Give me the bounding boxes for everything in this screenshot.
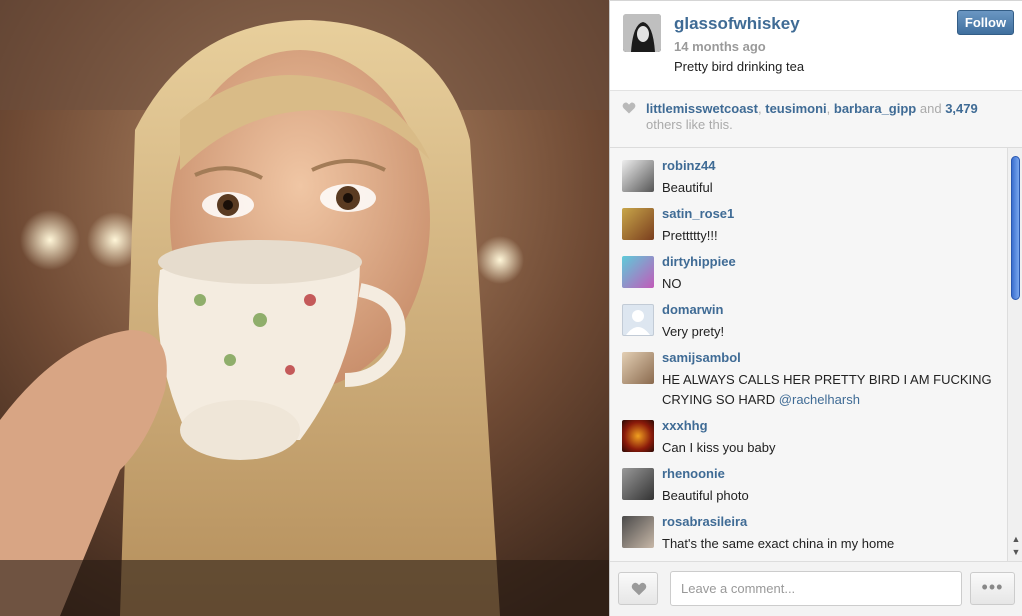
scroll-up-arrow-icon[interactable]: ▲ <box>1010 534 1022 544</box>
comments-scrollbar[interactable]: ▲ ▼ <box>1007 148 1022 561</box>
comment-footer: ••• <box>610 561 1022 616</box>
more-options-button[interactable]: ••• <box>970 572 1015 605</box>
commenter-avatar[interactable] <box>622 160 654 192</box>
owner-username[interactable]: glassofwhiskey <box>674 14 800 34</box>
post-header: glassofwhiskey 14 months ago Pretty bird… <box>610 1 1022 91</box>
commenter-avatar[interactable] <box>622 304 654 336</box>
comment-text: That's the same exact china in my home <box>662 536 895 551</box>
liker-link[interactable]: teusimoni <box>765 101 826 116</box>
likes-text: littlemisswetcoast, teusimoni, barbara_g… <box>646 101 978 132</box>
heart-icon <box>622 102 636 114</box>
scrollbar-thumb[interactable] <box>1011 156 1020 300</box>
mention-link[interactable]: @rachelharsh <box>779 392 860 407</box>
scroll-down-arrow-icon[interactable]: ▼ <box>1010 547 1022 557</box>
comment-text: Beautiful <box>662 180 713 195</box>
comment-text: NO <box>662 276 682 291</box>
comment-username[interactable]: xxxhhg <box>662 418 708 433</box>
heart-icon <box>631 582 647 596</box>
comment-username[interactable]: domarwin <box>662 302 723 317</box>
comment-text: HE ALWAYS CALLS HER PRETTY BIRD I AM FUC… <box>662 370 1002 410</box>
comment-text: Prettttty!!! <box>662 228 718 243</box>
like-button[interactable] <box>618 572 658 605</box>
comment-text: Beautiful photo <box>662 488 749 503</box>
comments-list[interactable]: robinz44 Beautiful satin_rose1 Prettttty… <box>610 148 1022 561</box>
post-timestamp[interactable]: 14 months ago <box>674 39 766 54</box>
comment-username[interactable]: rosabrasileira <box>662 514 747 529</box>
owner-avatar[interactable] <box>623 14 661 52</box>
commenter-avatar[interactable] <box>622 208 654 240</box>
post-detail-panel: glassofwhiskey 14 months ago Pretty bird… <box>609 0 1022 616</box>
comment-username[interactable]: robinz44 <box>662 158 715 173</box>
liker-link[interactable]: littlemisswetcoast <box>646 101 758 116</box>
comment-username[interactable]: satin_rose1 <box>662 206 734 221</box>
liker-link[interactable]: barbara_gipp <box>834 101 916 116</box>
comment-input[interactable] <box>670 571 962 606</box>
likes-and: and <box>919 101 942 116</box>
comment-username[interactable]: samijsambol <box>662 350 741 365</box>
comment-text: Can I kiss you baby <box>662 440 776 455</box>
commenter-avatar[interactable] <box>622 420 654 452</box>
commenter-avatar[interactable] <box>622 468 654 500</box>
comment-username[interactable]: rhenoonie <box>662 466 725 481</box>
likes-summary: littlemisswetcoast, teusimoni, barbara_g… <box>610 91 1022 148</box>
post-photo[interactable] <box>0 0 609 616</box>
photo-illustration <box>0 0 609 616</box>
commenter-avatar[interactable] <box>622 256 654 288</box>
likes-suffix: others like this. <box>646 117 733 132</box>
likes-count[interactable]: 3,479 <box>945 101 978 116</box>
commenter-avatar[interactable] <box>622 352 654 384</box>
commenter-avatar[interactable] <box>622 516 654 548</box>
post-caption: Pretty bird drinking tea <box>674 59 805 74</box>
comment-username[interactable]: dirtyhippiee <box>662 254 736 269</box>
follow-button[interactable]: Follow <box>957 10 1014 35</box>
comment-text: Very prety! <box>662 324 725 339</box>
